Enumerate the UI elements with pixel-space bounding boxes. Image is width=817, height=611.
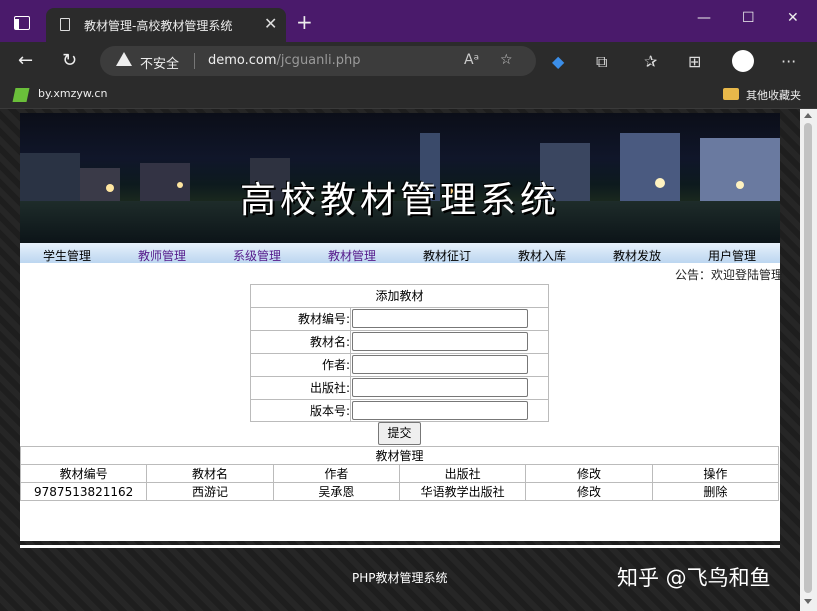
column-header: 操作 <box>651 464 780 483</box>
column-header: 作者 <box>272 464 400 483</box>
tab-actions-icon[interactable] <box>14 16 30 30</box>
other-favorites[interactable]: 其他收藏夹 <box>746 87 801 103</box>
edition-input[interactable] <box>352 401 528 420</box>
url-text[interactable]: demo.com/jcguanli.php <box>208 53 360 68</box>
form-title: 添加教材 <box>251 285 548 308</box>
refresh-icon[interactable]: ↻ <box>62 50 77 71</box>
main-nav: 学生管理 教师管理 系级管理 教材管理 教材征订 教材入库 教材发放 用户管理 <box>20 243 780 263</box>
nav-textbook-distribution[interactable]: 教材发放 <box>613 247 661 264</box>
bookmark-item[interactable]: by.xmzyw.cn <box>38 87 107 100</box>
scroll-up-icon[interactable] <box>804 113 812 118</box>
url-path: /jcguanli.php <box>276 53 361 68</box>
form-row: 教材编号: <box>251 308 548 331</box>
notice-marquee: 公告：欢迎登陆管理 <box>675 268 784 282</box>
new-tab-icon[interactable]: + <box>296 12 313 32</box>
cell-textbook-id: 9787513821162 <box>19 482 148 501</box>
footer-divider <box>20 545 780 548</box>
profile-avatar[interactable] <box>732 50 754 72</box>
back-icon[interactable]: ← <box>18 50 33 71</box>
cell-author: 吴承恩 <box>272 482 400 501</box>
bookmark-site-icon <box>12 88 30 102</box>
column-header: 修改 <box>525 464 653 483</box>
textbook-id-input[interactable] <box>352 309 528 328</box>
close-window-icon[interactable]: ✕ <box>787 10 799 26</box>
header-banner: 高校教材管理系统 <box>20 113 780 243</box>
browser-tab-bar: 教材管理-高校教材管理系统 ✕ + — ☐ ✕ <box>0 0 817 42</box>
add-textbook-form: 添加教材 教材编号: 教材名: 作者: 出版社: 版本号: <box>250 284 549 422</box>
field-label: 教材编号: <box>251 308 351 330</box>
nav-teacher-management[interactable]: 教师管理 <box>138 247 186 264</box>
scroll-thumb[interactable] <box>804 123 812 593</box>
nav-user-management[interactable]: 用户管理 <box>708 247 756 264</box>
watermark-text: 知乎 @飞鸟和鱼 <box>617 566 771 590</box>
collections-icon[interactable]: ⊞ <box>688 52 701 71</box>
field-label: 出版社: <box>251 377 351 399</box>
field-label: 作者: <box>251 354 351 376</box>
tab-title: 教材管理-高校教材管理系统 <box>84 19 233 33</box>
footer-text: PHP教材管理系统 <box>352 571 448 585</box>
active-tab[interactable]: 教材管理-高校教材管理系统 ✕ <box>46 8 286 42</box>
form-row: 出版社: <box>251 377 548 400</box>
address-bar-row: ← ↻ 不安全 demo.com/jcguanli.php Aᵃ ☆ ◆ ⧉ ✰… <box>0 42 817 82</box>
page-icon <box>60 18 70 31</box>
nav-textbook-stockin[interactable]: 教材入库 <box>518 247 566 264</box>
favorites-icon[interactable]: ✰ <box>644 52 657 71</box>
scroll-down-icon[interactable] <box>804 599 812 604</box>
table-row: 9787513821162 西游记 吴承恩 华语教学出版社 修改 删除 <box>19 482 780 501</box>
url-host: demo.com <box>208 53 277 68</box>
form-row: 教材名: <box>251 331 548 354</box>
submit-button[interactable]: 提交 <box>378 422 421 445</box>
table-caption-row: 教材管理 <box>20 446 779 465</box>
form-row: 版本号: <box>251 400 548 422</box>
vertical-scrollbar[interactable] <box>800 109 817 611</box>
security-label[interactable]: 不安全 <box>140 53 179 72</box>
author-input[interactable] <box>352 355 528 374</box>
cell-publisher: 华语教学出版社 <box>398 482 527 501</box>
close-tab-icon[interactable]: ✕ <box>264 14 277 33</box>
nav-textbook-order[interactable]: 教材征订 <box>423 247 471 264</box>
nav-student-management[interactable]: 学生管理 <box>43 247 91 264</box>
warning-icon <box>116 52 132 66</box>
edit-link[interactable]: 修改 <box>525 482 653 501</box>
cell-textbook-name: 西游记 <box>146 482 274 501</box>
maximize-icon[interactable]: ☐ <box>742 10 755 26</box>
textbook-table: 教材管理 教材编号 教材名 作者 出版社 修改 操作 9787513821162… <box>19 446 780 501</box>
address-bar[interactable]: 不安全 demo.com/jcguanli.php Aᵃ ☆ <box>100 46 536 76</box>
site-title: 高校教材管理系统 <box>239 180 560 221</box>
minimize-icon[interactable]: — <box>697 10 711 26</box>
favorite-add-icon[interactable]: ☆ <box>500 52 513 68</box>
field-label: 版本号: <box>251 400 351 422</box>
extensions-icon[interactable]: ⧉ <box>596 52 607 72</box>
table-header-row: 教材编号 教材名 作者 出版社 修改 操作 <box>19 464 780 483</box>
divider <box>194 53 195 69</box>
field-label: 教材名: <box>251 331 351 353</box>
read-aloud-icon[interactable]: Aᵃ <box>464 52 479 68</box>
nav-department-management[interactable]: 系级管理 <box>233 247 281 264</box>
extension-shield-icon[interactable]: ◆ <box>552 52 564 71</box>
publisher-input[interactable] <box>352 378 528 397</box>
nav-textbook-management[interactable]: 教材管理 <box>328 247 376 264</box>
column-header: 出版社 <box>398 464 527 483</box>
bookmarks-bar: by.xmzyw.cn 其他收藏夹 <box>0 82 817 109</box>
folder-icon <box>723 88 739 100</box>
more-menu-icon[interactable]: ··· <box>781 52 796 71</box>
delete-link[interactable]: 删除 <box>651 482 780 501</box>
form-row: 作者: <box>251 354 548 377</box>
table-caption: 教材管理 <box>20 446 779 465</box>
textbook-name-input[interactable] <box>352 332 528 351</box>
column-header: 教材编号 <box>19 464 148 483</box>
column-header: 教材名 <box>146 464 274 483</box>
